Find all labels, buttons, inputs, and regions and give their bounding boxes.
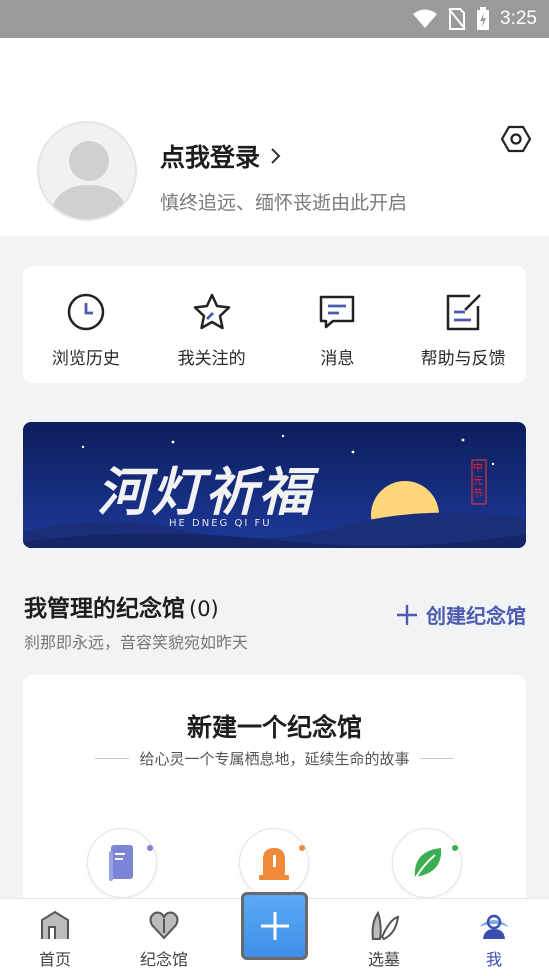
bottom-tab-bar: 首页 纪念馆 选墓 我 [0, 892, 549, 976]
memorial-heart-icon [149, 911, 179, 940]
login-title: 点我登录 [160, 143, 261, 172]
quick-following[interactable]: 我关注的 [149, 266, 275, 383]
tab-me[interactable]: 我 [449, 899, 539, 976]
memorial-option-leaf[interactable] [392, 828, 462, 898]
home-icon [41, 910, 69, 939]
avatar[interactable] [37, 121, 137, 221]
memorial-option-phone[interactable] [87, 828, 157, 898]
banner-title: 河灯祈福 [97, 462, 314, 523]
divider [419, 758, 454, 759]
tab-label: 首页 [38, 950, 71, 969]
quick-label: 我关注的 [177, 349, 246, 369]
new-memorial-title: 新建一个纪念馆 [186, 713, 362, 742]
memorials-title-text: 我管理的纪念馆 [24, 596, 185, 622]
new-memorial-subtitle: 给心灵一个专属栖息地，延续生命的故事 [139, 750, 410, 768]
quick-label: 消息 [320, 349, 355, 369]
chevron-right-icon [271, 148, 281, 164]
festival-banner[interactable]: 河灯祈福 HE DNEG QI FU 中元节 [23, 422, 526, 548]
message-icon [320, 295, 355, 329]
create-memorial-button[interactable]: 创建纪念馆 [396, 600, 526, 629]
tab-label: 选墓 [367, 950, 400, 969]
memorial-option-tombstone[interactable] [239, 828, 309, 898]
status-dot [299, 845, 305, 851]
quick-messages[interactable]: 消息 [275, 266, 401, 383]
tab-home[interactable]: 首页 [10, 899, 100, 976]
tab-memorials[interactable]: 纪念馆 [119, 899, 209, 976]
grave-select-icon [371, 910, 400, 941]
leaf-icon [414, 848, 442, 880]
feedback-icon [446, 294, 482, 331]
star-icon [193, 293, 230, 330]
status-dot [452, 845, 458, 851]
memorials-title: 我管理的纪念馆 (0) [24, 589, 219, 623]
login-subtitle: 慎终追远、缅怀丧逝由此开启 [160, 192, 408, 214]
default-avatar-icon [49, 141, 129, 219]
add-button[interactable] [241, 892, 308, 960]
plus-icon [260, 912, 289, 940]
banner-pinyin: HE DNEG QI FU [169, 518, 272, 529]
no-sim-icon [448, 8, 466, 30]
tab-label: 我 [485, 950, 502, 969]
banner-seal: 中元节 [473, 463, 483, 500]
quick-feedback[interactable]: 帮助与反馈 [400, 266, 526, 383]
memorials-count: (0) [189, 597, 219, 621]
status-time: 3:25 [500, 8, 537, 29]
login-link[interactable]: 点我登录 [160, 138, 282, 174]
new-memorial-subtitle-row: 给心灵一个专属栖息地，延续生命的故事 [23, 748, 526, 769]
quick-history[interactable]: 浏览历史 [23, 266, 149, 383]
create-memorial-label: 创建纪念馆 [426, 604, 526, 628]
quick-label: 帮助与反馈 [420, 349, 506, 369]
plus-icon [397, 604, 417, 625]
settings-gear-icon[interactable] [501, 124, 531, 154]
wifi-icon [413, 9, 438, 28]
status-bar: 3:25 [0, 0, 549, 38]
tombstone-icon [259, 848, 289, 880]
clock-icon [67, 293, 105, 331]
quick-actions: 浏览历史 我关注的 消息 帮助与反馈 [23, 266, 526, 383]
status-dot [147, 845, 153, 851]
quick-label: 浏览历史 [51, 349, 120, 369]
memorials-subtitle: 刹那即永远，音容笑貌宛如昨天 [24, 633, 249, 652]
divider [95, 758, 130, 759]
tab-label: 纪念馆 [139, 950, 188, 969]
tab-select-grave[interactable]: 选墓 [339, 899, 429, 976]
battery-charging-icon [477, 7, 490, 30]
phone-icon [109, 845, 133, 881]
status-icons: 3:25 [412, 0, 537, 38]
profile-icon [479, 914, 509, 939]
profile-header: 点我登录 慎终追远、缅怀丧逝由此开启 [0, 38, 549, 236]
